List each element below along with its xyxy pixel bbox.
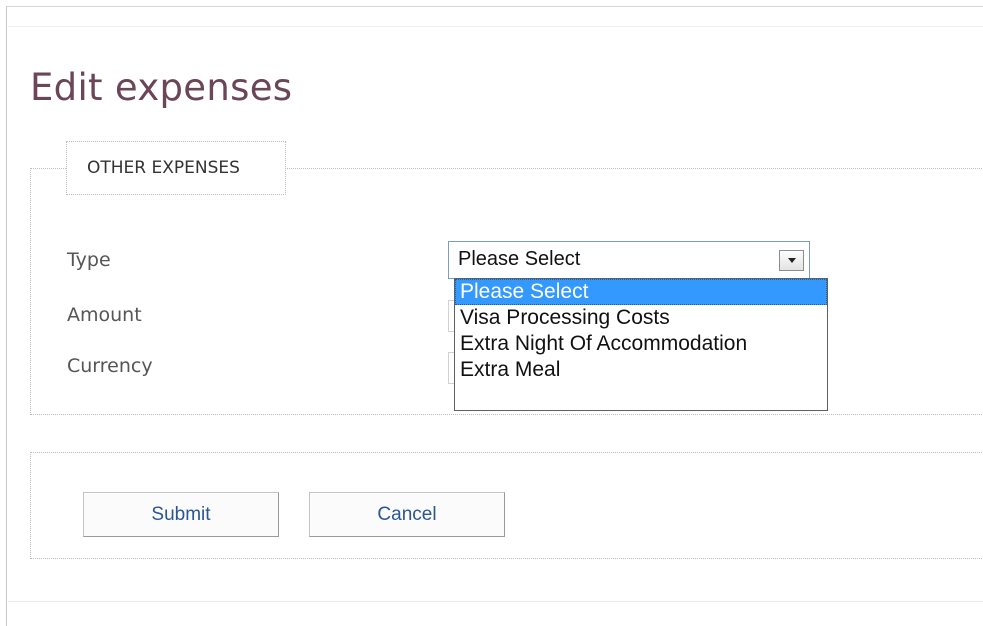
- section-legend: OTHER EXPENSES: [66, 141, 286, 195]
- dropdown-option-extra-night-of-accommodation[interactable]: Extra Night Of Accommodation: [455, 331, 827, 357]
- type-select[interactable]: Please Select: [448, 241, 810, 279]
- dropdown-option-visa-processing-costs[interactable]: Visa Processing Costs: [455, 305, 827, 331]
- amount-label: Amount: [67, 304, 142, 326]
- chevron-down-icon[interactable]: [779, 250, 804, 271]
- page-title: Edit expenses: [30, 66, 293, 109]
- cancel-button[interactable]: Cancel: [309, 492, 505, 537]
- type-dropdown-list: Please Select Visa Processing Costs Extr…: [454, 278, 828, 411]
- top-divider: [8, 26, 983, 27]
- bottom-divider: [8, 601, 983, 602]
- submit-button[interactable]: Submit: [83, 492, 279, 537]
- currency-label: Currency: [67, 355, 153, 377]
- dropdown-option-extra-meal[interactable]: Extra Meal: [455, 357, 827, 383]
- type-select-value: Please Select: [458, 248, 581, 270]
- dropdown-option-please-select[interactable]: Please Select: [455, 279, 827, 305]
- type-label: Type: [67, 249, 111, 271]
